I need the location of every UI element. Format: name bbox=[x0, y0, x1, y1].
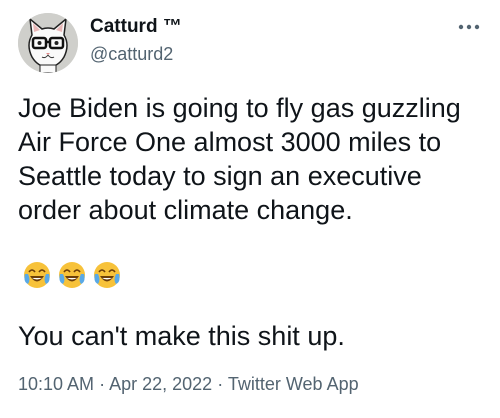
tweet-time[interactable]: 10:10 AM bbox=[18, 374, 94, 394]
tweet-date[interactable]: Apr 22, 2022 bbox=[109, 374, 212, 394]
author-display-name[interactable]: Catturd ™ bbox=[90, 16, 182, 38]
meta-separator: · bbox=[99, 374, 106, 394]
more-options-icon bbox=[458, 24, 480, 30]
face-with-tears-of-joy-icon bbox=[24, 262, 50, 288]
cat-with-glasses-avatar-icon bbox=[18, 13, 78, 73]
meta-separator: · bbox=[217, 374, 224, 394]
author-avatar[interactable] bbox=[18, 13, 78, 73]
face-with-tears-of-joy-icon bbox=[59, 262, 85, 288]
emoji-row bbox=[22, 260, 122, 290]
more-options-button[interactable] bbox=[452, 12, 486, 42]
tweet-source[interactable]: Twitter Web App bbox=[228, 374, 359, 394]
author-handle[interactable]: @catturd2 bbox=[90, 44, 173, 65]
face-with-tears-of-joy-icon bbox=[94, 262, 120, 288]
tweet: Catturd ™ @catturd2 Joe Biden is going t… bbox=[0, 0, 500, 418]
tweet-text-secondary: You can't make this shit up. bbox=[18, 321, 345, 351]
tweet-text-main: Joe Biden is going to fly gas guzzling A… bbox=[18, 93, 461, 225]
tweet-meta: 10:10 AM · Apr 22, 2022 · Twitter Web Ap… bbox=[18, 374, 359, 395]
